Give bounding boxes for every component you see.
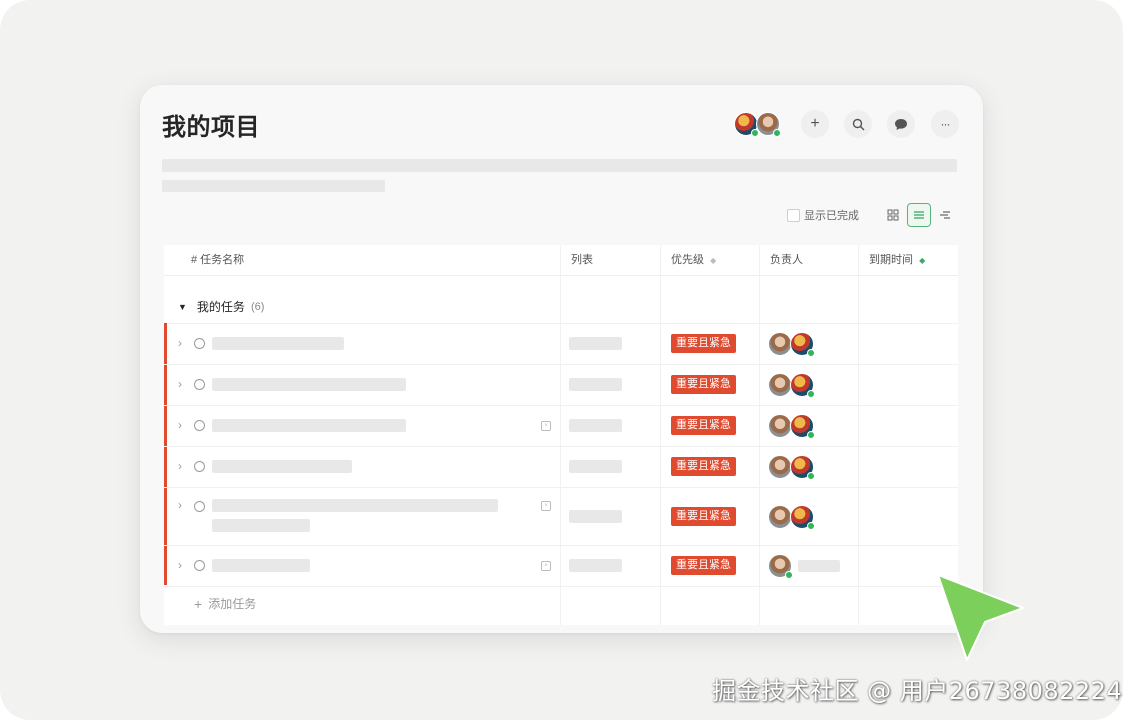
table-header: # 任务名称 列表 优先级 ◆ 负责人 到期时间 ◆ (164, 245, 958, 276)
grid-view-icon (887, 209, 899, 221)
list-placeholder (569, 559, 622, 572)
priority-badge: 重要且紧急 (671, 457, 736, 476)
watermark: 掘金技术社区 @ 用户26738082224 (712, 677, 1123, 705)
list-view-icon (914, 211, 924, 219)
header-list[interactable]: 列表 (571, 245, 593, 275)
task-group-header[interactable]: ▼ 我的任务 (6) (164, 288, 958, 324)
comment-button[interactable] (887, 110, 915, 138)
table-row[interactable]: › × 重要且紧急 (164, 546, 958, 587)
priority-badge: 重要且紧急 (671, 507, 736, 526)
assignee-avatar[interactable] (768, 505, 792, 529)
header-assignee[interactable]: 负责人 (770, 245, 803, 275)
search-button[interactable] (844, 110, 872, 138)
priority-badge: 重要且紧急 (671, 556, 736, 575)
list-placeholder (569, 337, 622, 350)
table-row[interactable]: › 重要且紧急 (164, 447, 958, 488)
task-table: # 任务名称 列表 优先级 ◆ 负责人 到期时间 ◆ ▼ 我的任务 (6) › … (164, 245, 958, 625)
table-row[interactable]: › × 重要且紧急 (164, 406, 958, 447)
table-row[interactable]: › 重要且紧急 (164, 365, 958, 406)
assignee-avatar[interactable] (768, 373, 792, 397)
task-name-placeholder (212, 337, 344, 350)
list-placeholder (569, 460, 622, 473)
list-placeholder (569, 510, 622, 523)
complete-checkbox[interactable] (194, 379, 205, 390)
gantt-view-button[interactable] (933, 203, 957, 227)
assignee-avatar[interactable] (768, 414, 792, 438)
assignee-avatar[interactable] (768, 455, 792, 479)
online-indicator (785, 571, 793, 579)
more-button[interactable]: ··· (931, 110, 959, 138)
online-indicator (773, 129, 781, 137)
header-due-date[interactable]: 到期时间 ◆ (869, 245, 925, 275)
project-card: 我的项目 + ··· 显示已完成 # 任务名称 列表 优先级 ◆ 负责人 到期时… (140, 85, 983, 633)
comment-icon (895, 118, 907, 130)
expand-chevron-icon[interactable]: › (178, 418, 182, 432)
show-completed-toggle[interactable]: 显示已完成 (787, 207, 859, 223)
complete-checkbox[interactable] (194, 501, 205, 512)
assignee-avatar[interactable] (768, 332, 792, 356)
add-task-label: 添加任务 (208, 597, 257, 611)
background-stage: 我的项目 + ··· 显示已完成 # 任务名称 列表 优先级 ◆ 负责人 到期时… (0, 0, 1123, 720)
complete-checkbox[interactable] (194, 420, 205, 431)
page-title: 我的项目 (162, 114, 260, 141)
complete-checkbox[interactable] (194, 461, 205, 472)
table-row[interactable]: › 重要且紧急 (164, 324, 958, 365)
sort-active-icon[interactable]: ◆ (919, 256, 925, 265)
add-button[interactable]: + (801, 110, 829, 138)
gantt-view-icon (940, 211, 950, 219)
add-task-button[interactable]: + 添加任务 (194, 595, 256, 612)
grid-view-button[interactable] (881, 203, 905, 227)
priority-badge: 重要且紧急 (671, 375, 736, 394)
table-row[interactable]: › × 重要且紧急 (164, 488, 958, 546)
assignee-name-placeholder (798, 560, 840, 572)
expand-chevron-icon[interactable]: › (178, 459, 182, 473)
more-icon: ··· (940, 117, 951, 131)
description-placeholder (162, 159, 957, 172)
expand-chevron-icon[interactable]: › (178, 377, 182, 391)
online-indicator (807, 522, 815, 530)
group-name: 我的任务 (196, 300, 245, 314)
expand-chevron-icon[interactable]: › (178, 336, 182, 350)
online-indicator (807, 472, 815, 480)
pointer-cursor-icon (937, 574, 1024, 661)
header-due-date-label: 到期时间 (869, 254, 913, 266)
list-placeholder (569, 419, 622, 432)
complete-checkbox[interactable] (194, 338, 205, 349)
list-view-button[interactable] (907, 203, 931, 227)
description-placeholder (162, 180, 385, 192)
complete-checkbox[interactable] (194, 560, 205, 571)
caret-down-icon[interactable]: ▼ (178, 302, 187, 312)
plus-icon: + (194, 595, 203, 612)
header-task-name[interactable]: # 任务名称 (191, 245, 244, 275)
list-placeholder (569, 378, 622, 391)
task-name-placeholder (212, 499, 498, 512)
task-name-placeholder (212, 378, 406, 391)
show-completed-checkbox[interactable] (787, 208, 800, 222)
group-label: ▼ 我的任务 (6) (178, 298, 264, 315)
plus-icon: + (810, 115, 820, 132)
priority-badge: 重要且紧急 (671, 416, 736, 435)
sort-icon[interactable]: ◆ (710, 256, 716, 265)
search-icon (852, 118, 864, 130)
task-name-placeholder (212, 460, 352, 473)
group-count: (6) (250, 300, 265, 313)
online-indicator (807, 431, 815, 439)
online-indicator (807, 349, 815, 357)
expand-chevron-icon[interactable]: › (178, 558, 182, 572)
header-priority[interactable]: 优先级 ◆ (671, 245, 716, 275)
subtask-icon: × (541, 501, 551, 511)
online-indicator (807, 390, 815, 398)
subtask-icon: × (541, 421, 551, 431)
expand-chevron-icon[interactable]: › (178, 498, 182, 512)
task-name-placeholder (212, 559, 310, 572)
task-name-placeholder (212, 419, 406, 432)
header-priority-label: 优先级 (671, 254, 704, 266)
subtask-icon: × (541, 561, 551, 571)
show-completed-label: 显示已完成 (804, 210, 859, 222)
task-name-placeholder (212, 519, 310, 532)
priority-badge: 重要且紧急 (671, 334, 736, 353)
